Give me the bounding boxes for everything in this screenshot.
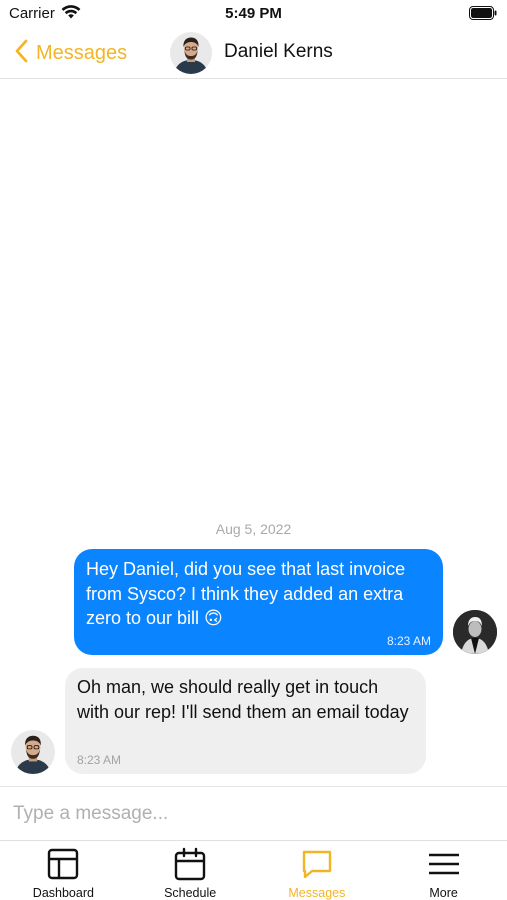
message-input-bar (0, 786, 507, 840)
tab-schedule[interactable]: Schedule (127, 841, 254, 900)
message-timestamp: 8:23 AM (77, 753, 122, 767)
tab-label: Dashboard (32, 886, 94, 900)
battery-icon (469, 6, 497, 25)
chat-bubble-icon (300, 847, 334, 881)
dashboard-icon (46, 847, 80, 881)
tab-label: Schedule (164, 886, 217, 900)
contact-avatar[interactable] (170, 32, 212, 74)
message-timestamp: 8:23 AM (386, 634, 431, 648)
outgoing-message-bubble[interactable]: Hey Daniel, did you see that last invoic… (74, 549, 443, 655)
message-input[interactable] (8, 795, 498, 833)
date-separator: Aug 5, 2022 (215, 521, 292, 537)
hamburger-menu-icon (427, 847, 461, 881)
message-text: Hey Daniel, did you see that last invoic… (86, 559, 406, 628)
status-bar: Carrier 5:49 PM (0, 0, 507, 28)
tab-more[interactable]: More (380, 841, 507, 900)
user-avatar (453, 610, 497, 654)
tab-bar: Dashboard Schedule Messages More (0, 840, 507, 900)
calendar-icon (173, 847, 207, 881)
tab-label: Messages (288, 886, 346, 900)
chevron-left-icon (14, 39, 28, 68)
tab-messages[interactable]: Messages (254, 841, 381, 900)
incoming-message-bubble[interactable]: Oh man, we should really get in touch wi… (65, 668, 426, 774)
status-time: 5:49 PM (225, 5, 282, 22)
tab-dashboard[interactable]: Dashboard (0, 841, 127, 900)
tab-label: More (429, 886, 458, 900)
nav-bar: Messages Daniel Kerns (0, 28, 507, 79)
contact-name: Daniel Kerns (224, 41, 333, 62)
back-button[interactable]: Messages (14, 38, 127, 68)
message-text: Oh man, we should really get in touch wi… (77, 677, 409, 722)
contact-message-avatar (11, 730, 55, 774)
back-label: Messages (36, 41, 128, 64)
